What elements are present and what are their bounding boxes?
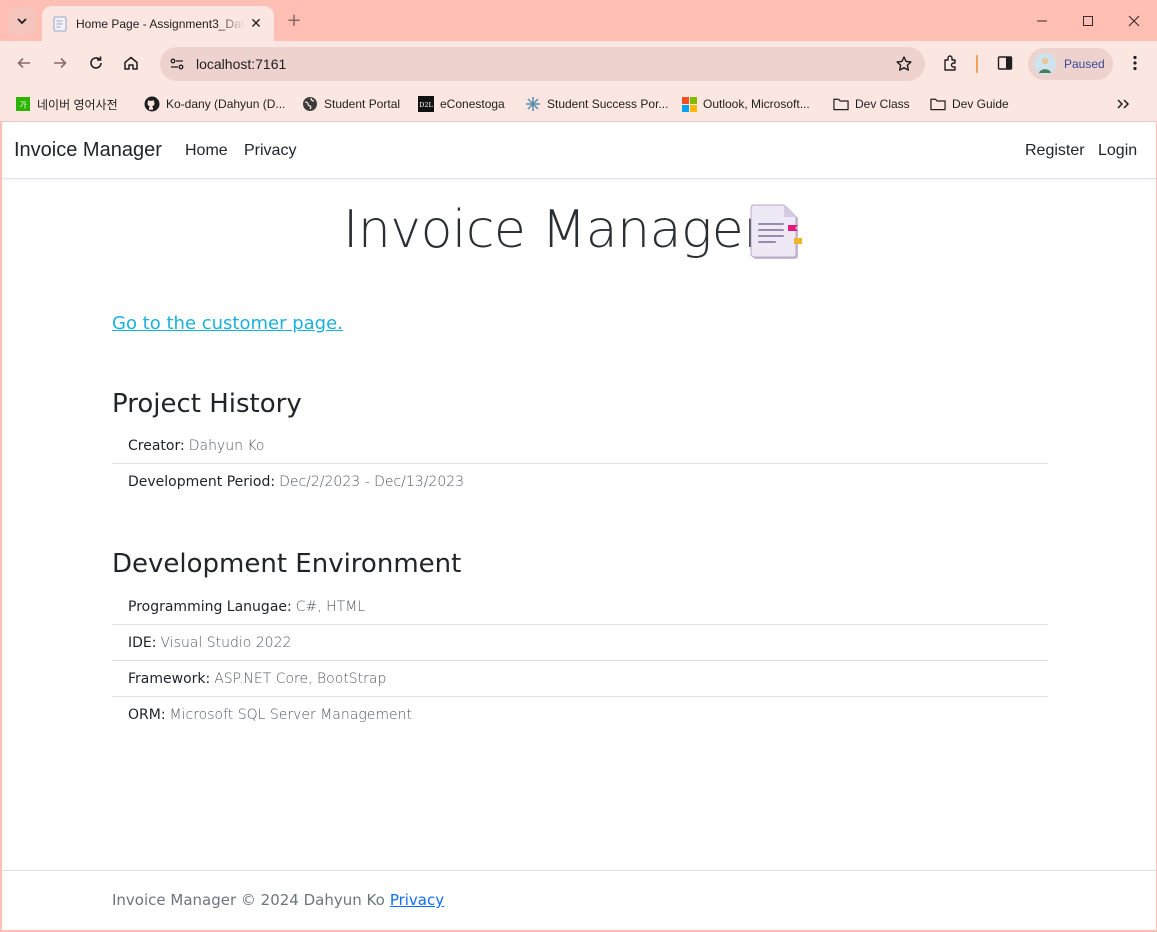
profile-button[interactable]: Paused <box>1028 48 1113 80</box>
url-text: localhost:7161 <box>196 56 287 72</box>
bookmark-student-success[interactable]: Student Success Por... <box>525 92 668 116</box>
nav-home-link[interactable]: Home <box>185 142 228 160</box>
tab-strip: Home Page - Assignment3_Dah ✕ + <box>0 0 1157 41</box>
minimize-icon[interactable] <box>1029 8 1055 34</box>
page-title: Invoice Manager <box>343 200 765 260</box>
item-key: Development Period: <box>128 474 276 490</box>
bookmark-student-portal[interactable]: Student Portal <box>302 92 400 116</box>
item-value: Dahyun Ko <box>188 437 265 454</box>
naver-icon: 가 <box>15 96 31 112</box>
avatar <box>1034 53 1056 75</box>
maximize-icon[interactable] <box>1075 8 1101 34</box>
hero: Invoice Manager <box>2 197 1156 269</box>
profile-status: Paused <box>1064 57 1105 71</box>
item-key: ORM: <box>128 707 166 723</box>
nav-login-link[interactable]: Login <box>1098 142 1137 160</box>
bookmark-econestoga[interactable]: D2L eConestoga <box>418 92 505 116</box>
globe-icon <box>302 96 318 112</box>
svg-text:D2L: D2L <box>419 101 433 109</box>
document-icon <box>746 202 806 262</box>
close-window-icon[interactable] <box>1121 8 1147 34</box>
side-panel-icon[interactable] <box>991 49 1019 77</box>
bookmark-label: Dev Class <box>855 97 910 111</box>
folder-icon <box>833 96 849 112</box>
list-item: Creator: Dahyun Ko <box>112 428 1048 464</box>
bookmark-github[interactable]: Ko-dany (Dahyun (D... <box>144 92 285 116</box>
footer-privacy-link[interactable]: Privacy <box>390 891 444 909</box>
item-key: IDE: <box>128 634 157 651</box>
bookmark-label: Student Success Por... <box>547 97 669 111</box>
item-value: Visual Studio 2022 <box>160 634 292 651</box>
bookmark-label: Student Portal <box>324 97 401 111</box>
page-favicon-icon <box>52 16 68 32</box>
bookmark-label: 네이버 영어사전 <box>37 97 118 112</box>
bookmark-dev-class[interactable]: Dev Class <box>833 92 910 116</box>
item-key: Framework: <box>128 670 211 687</box>
page-viewport: Invoice Manager Home Privacy Register Lo… <box>2 122 1156 930</box>
project-history-title: Project History <box>112 389 302 419</box>
tab-title: Home Page - Assignment3_Dah <box>76 16 244 31</box>
active-tab[interactable]: Home Page - Assignment3_Dah ✕ <box>42 6 274 41</box>
site-info-icon[interactable] <box>162 51 192 77</box>
list-item: ORM: Microsoft SQL Server Management <box>112 697 1048 733</box>
footer-text: Invoice Manager © 2024 Dahyun Ko Privacy <box>112 891 444 909</box>
bookmark-dev-guide[interactable]: Dev Guide <box>930 92 1009 116</box>
bookmark-label: Ko-dany (Dahyun (D... <box>166 97 286 111</box>
extensions-icon[interactable] <box>937 49 965 77</box>
more-bookmarks-icon[interactable] <box>1116 92 1130 116</box>
nav-register-link[interactable]: Register <box>1025 142 1085 160</box>
svg-text:가: 가 <box>19 101 27 110</box>
item-value: C#, HTML <box>295 598 366 615</box>
bookmark-label: eConestoga <box>440 97 505 111</box>
dev-env-title: Development Environment <box>112 549 462 579</box>
browser-toolbar: localhost:7161 Paused <box>0 41 1157 86</box>
bookmarks-bar: 가 네이버 영어사전 Ko-dany (Dahyun (D... Student… <box>0 86 1157 122</box>
d2l-icon: D2L <box>418 96 434 112</box>
item-value: Microsoft SQL Server Management <box>169 707 412 723</box>
list-item: Framework: ASP.NET Core, BootStrap <box>112 661 1048 697</box>
puzzle-star-icon <box>525 96 541 112</box>
site-footer: Invoice Manager © 2024 Dahyun Ko Privacy <box>2 870 1156 930</box>
list-item: IDE: Visual Studio 2022 <box>112 625 1048 661</box>
forward-icon[interactable] <box>46 49 74 77</box>
new-tab-button[interactable]: + <box>284 9 304 33</box>
tab-close-icon[interactable]: ✕ <box>248 16 264 32</box>
item-key: Creator: <box>128 437 185 454</box>
site-navbar: Invoice Manager Home Privacy Register Lo… <box>2 122 1156 179</box>
navbar-brand[interactable]: Invoice Manager <box>14 139 162 162</box>
address-bar[interactable]: localhost:7161 <box>160 47 925 81</box>
footer-copyright: Invoice Manager © 2024 Dahyun Ko <box>112 891 385 909</box>
back-icon[interactable] <box>10 49 38 77</box>
tab-search-button[interactable] <box>8 7 36 35</box>
toolbar-divider <box>976 55 978 73</box>
github-icon <box>144 96 160 112</box>
list-item: Development Period: Dec/2/2023 - Dec/13/… <box>112 464 1048 500</box>
reload-icon[interactable] <box>82 49 110 77</box>
customer-page-link[interactable]: Go to the customer page. <box>112 313 343 334</box>
bookmark-naver[interactable]: 가 네이버 영어사전 <box>15 92 118 116</box>
bookmark-label: Dev Guide <box>952 97 1009 111</box>
menu-kebab-icon[interactable] <box>1121 49 1149 77</box>
bookmark-star-icon[interactable] <box>895 55 913 73</box>
item-value: Dec/2/2023 - Dec/13/2023 <box>279 474 465 490</box>
project-history-list: Creator: Dahyun Ko Development Period: D… <box>112 428 1048 500</box>
folder-icon <box>930 96 946 112</box>
item-key: Programming Lanugae: <box>128 598 292 615</box>
dev-env-list: Programming Lanugae: C#, HTML IDE: Visua… <box>112 589 1048 733</box>
list-item: Programming Lanugae: C#, HTML <box>112 589 1048 625</box>
home-icon[interactable] <box>117 49 145 77</box>
chevron-down-icon <box>17 18 27 25</box>
item-value: ASP.NET Core, BootStrap <box>214 670 387 687</box>
nav-privacy-link[interactable]: Privacy <box>244 142 296 160</box>
microsoft-icon <box>681 96 697 112</box>
bookmark-label: Outlook, Microsoft... <box>703 97 810 111</box>
bookmark-outlook[interactable]: Outlook, Microsoft... <box>681 92 810 116</box>
